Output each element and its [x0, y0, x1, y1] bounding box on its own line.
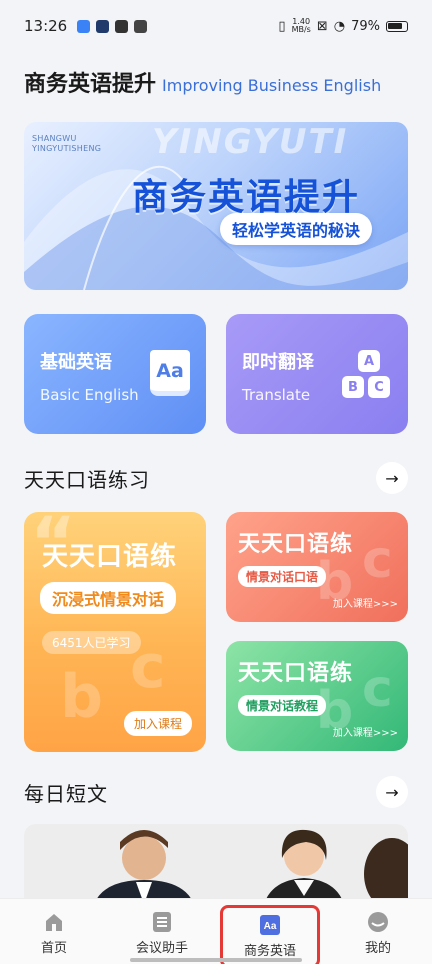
- battery-icon: [386, 20, 408, 32]
- nav-label: 商务英语: [243, 944, 296, 959]
- profile-icon: [367, 911, 389, 933]
- banner-watermark: YINGYUTI: [152, 122, 349, 162]
- status-left: 13:26: [24, 17, 148, 35]
- banner-small-caption: SHANGWU YINGYUTISHENG: [32, 134, 101, 154]
- section-title: 每日短文: [24, 781, 108, 806]
- practice-card-tag: 情景对话口语: [238, 566, 327, 587]
- practice-card[interactable]: b c 天天口语练 情景对话口语 加入课程>>>: [226, 512, 408, 622]
- nav-label: 我的: [364, 941, 391, 956]
- practice-card-tag: 情景对话教程: [238, 695, 327, 716]
- banner-tagline: 轻松学英语的秘诀: [220, 213, 373, 245]
- banner-small-line: YINGYUTISHENG: [32, 144, 102, 153]
- letter-decoration: c: [362, 659, 393, 719]
- practice-card-tag: 沉浸式情景对话: [40, 582, 177, 614]
- bottom-nav: 首页 会议助手 Aa 商务英语 我的: [0, 898, 432, 964]
- wifi-icon: ◔: [333, 18, 346, 34]
- nav-item-meeting[interactable]: 会议助手: [112, 911, 212, 956]
- practice-section-header: 天天口语练习 →: [24, 462, 408, 494]
- letter-decoration: c: [362, 530, 393, 590]
- learner-count: 6451人已学习: [42, 631, 141, 654]
- aa-book-icon: Aa: [150, 350, 190, 396]
- arrow-right-icon[interactable]: →: [376, 462, 408, 494]
- practice-card-title: 天天口语练: [238, 661, 354, 686]
- network-speed-unit: MB/s: [291, 25, 311, 34]
- nav-label: 会议助手: [135, 941, 188, 956]
- join-course-link[interactable]: 加入课程>>>: [333, 595, 398, 610]
- practice-card-title: 天天口语练: [42, 542, 178, 572]
- join-course-link[interactable]: 加入课程>>>: [333, 724, 398, 739]
- aa-icon: Aa: [259, 914, 281, 936]
- svg-text:Aa: Aa: [264, 921, 277, 932]
- nav-item-profile[interactable]: 我的: [328, 911, 428, 956]
- status-right: ▯ 1.40 MB/s ⊠ ◔ 79%: [278, 18, 408, 34]
- page-title: 商务英语提升 Improving Business English: [24, 66, 381, 98]
- app-notification-icon: [115, 19, 129, 33]
- battery-percent: 79%: [351, 18, 380, 34]
- status-time: 13:26: [24, 17, 68, 35]
- nav-item-home[interactable]: 首页: [4, 911, 104, 956]
- no-sim-icon: ⊠: [316, 18, 328, 34]
- promo-banner[interactable]: SHANGWU YINGYUTISHENG YINGYUTI 商务英语提升 轻松…: [24, 122, 408, 290]
- page-title-cn: 商务英语提升: [24, 72, 157, 97]
- business-people-illustration: [24, 824, 408, 904]
- practice-card[interactable]: b c 天天口语练 情景对话教程 加入课程>>>: [226, 641, 408, 751]
- practice-card-title: 天天口语练: [238, 532, 354, 557]
- network-speed: 1.40 MB/s: [292, 18, 311, 34]
- home-icon: [43, 911, 65, 933]
- app-notification-icon: [134, 19, 148, 33]
- vibrate-icon: ▯: [278, 18, 286, 34]
- status-bar: 13:26 ▯ 1.40 MB/s ⊠ ◔ 79%: [0, 0, 432, 52]
- banner-small-line: SHANGWU: [32, 134, 77, 143]
- nav-item-business-english[interactable]: Aa 商务英语: [220, 905, 320, 964]
- home-indicator[interactable]: [130, 958, 302, 962]
- abc-blocks-icon: A B C: [342, 350, 396, 400]
- practice-card-featured[interactable]: “ b c 天天口语练 沉浸式情景对话 6451人已学习 加入课程: [24, 512, 206, 752]
- daily-section-header: 每日短文 →: [24, 776, 408, 808]
- letter-decoration: b: [60, 662, 103, 732]
- list-icon: [151, 911, 173, 933]
- app-notification-icon: [96, 19, 110, 33]
- daily-article-image[interactable]: [24, 824, 408, 904]
- nav-label: 首页: [40, 941, 67, 956]
- arrow-right-icon[interactable]: →: [376, 776, 408, 808]
- join-course-button[interactable]: 加入课程: [123, 711, 192, 736]
- basic-english-card[interactable]: 基础英语 Basic English Aa: [24, 314, 206, 434]
- section-title: 天天口语练习: [24, 467, 150, 492]
- translate-card[interactable]: 即时翻译 Translate A B C: [226, 314, 408, 434]
- app-notification-icon: [77, 19, 91, 33]
- page-title-en: Improving Business English: [162, 76, 382, 95]
